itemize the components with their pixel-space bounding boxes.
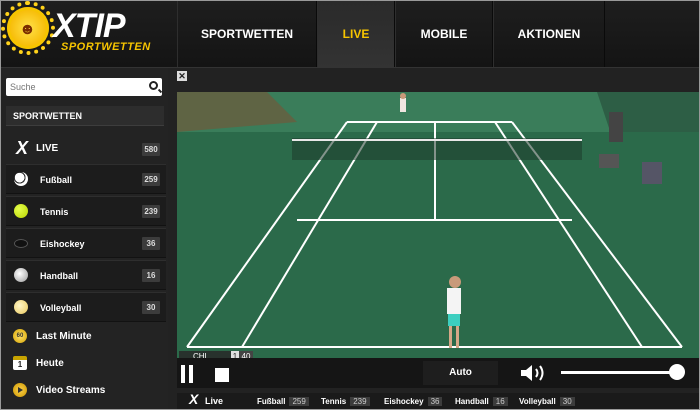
count-badge: 16 bbox=[142, 269, 160, 282]
soccer-ball-icon bbox=[14, 172, 28, 186]
tennis-ball-icon bbox=[14, 204, 28, 218]
ticker-item-tennis[interactable]: Tennis 239 bbox=[321, 397, 370, 406]
ticker-item-fussball[interactable]: Fußball 259 bbox=[257, 397, 309, 406]
volume-slider[interactable] bbox=[561, 371, 679, 374]
count-badge: 16 bbox=[492, 397, 508, 406]
sidebar-item-volleyball[interactable]: Volleyball 30 bbox=[6, 292, 166, 322]
xtip-x-icon: X bbox=[189, 391, 199, 407]
nav-sportwetten[interactable]: SPORTWETTEN bbox=[177, 1, 317, 67]
far-player bbox=[400, 93, 406, 112]
search-icon[interactable] bbox=[149, 81, 158, 90]
quality-select[interactable]: Auto bbox=[423, 361, 498, 385]
nav-mobile[interactable]: MOBILE bbox=[395, 1, 493, 67]
sidebar-item-video-streams[interactable]: Video Streams bbox=[6, 378, 166, 404]
ticker-item-volleyball[interactable]: Volleyball 30 bbox=[519, 397, 575, 406]
sidebar-item-last-minute[interactable]: 60 Last Minute bbox=[6, 324, 166, 350]
stop-icon[interactable] bbox=[215, 368, 229, 382]
search-box bbox=[6, 78, 162, 96]
count-badge: 259 bbox=[289, 397, 309, 406]
count-badge: 239 bbox=[142, 205, 160, 218]
sidebar-item-live[interactable]: X LIVE 580 bbox=[6, 135, 166, 161]
count-badge: 259 bbox=[142, 173, 160, 186]
handball-icon bbox=[14, 268, 28, 282]
ticker-item-handball[interactable]: Handball 16 bbox=[455, 397, 508, 406]
main-nav: SPORTWETTEN LIVE MOBILE AKTIONEN bbox=[177, 1, 605, 67]
sidebar-item-fussball[interactable]: Fußball 259 bbox=[6, 164, 166, 194]
sidebar-item-tennis[interactable]: Tennis 239 bbox=[6, 196, 166, 226]
count-badge: 30 bbox=[559, 397, 575, 406]
player-controls: Auto bbox=[177, 358, 699, 388]
search-input[interactable] bbox=[10, 79, 140, 95]
count-badge: 580 bbox=[142, 143, 160, 156]
xtip-logo[interactable]: ☻ XTIP SPORTWETTEN bbox=[1, 1, 176, 67]
nav-aktionen[interactable]: AKTIONEN bbox=[493, 1, 605, 67]
volume-slider-handle[interactable] bbox=[669, 364, 685, 380]
live-ticker-bar: X Live Fußball 259 Tennis 239 Eishockey 36 … bbox=[177, 391, 699, 409]
header: ☻ XTIP SPORTWETTEN SPORTWETTEN LIVE MOBI… bbox=[1, 1, 699, 68]
sidebar-item-label: Volleyball bbox=[40, 303, 82, 313]
logo-tagline: SPORTWETTEN bbox=[61, 41, 151, 53]
hockey-puck-icon bbox=[14, 239, 28, 248]
sidebar-item-label: Fußball bbox=[40, 175, 72, 185]
sidebar: SPORTWETTEN X LIVE 580 Fußball 259 Tenni… bbox=[1, 68, 168, 409]
volleyball-icon bbox=[14, 300, 28, 314]
nav-live[interactable]: LIVE bbox=[317, 1, 395, 67]
count-badge: 30 bbox=[142, 301, 160, 314]
app-frame: ☻ XTIP SPORTWETTEN SPORTWETTEN LIVE MOBI… bbox=[0, 0, 700, 410]
sidebar-item-label: Heute bbox=[36, 358, 64, 369]
xtip-x-icon: X bbox=[16, 138, 29, 158]
ticker-item-eishockey[interactable]: Eishockey 36 bbox=[384, 397, 443, 406]
sidebar-item-label: Tennis bbox=[40, 207, 69, 217]
pause-icon[interactable] bbox=[181, 365, 195, 383]
calendar-icon: 1 bbox=[13, 356, 27, 370]
tennis-court-video-frame bbox=[177, 92, 699, 358]
count-badge: 36 bbox=[427, 397, 443, 406]
last-minute-icon: 60 bbox=[13, 329, 27, 343]
sidebar-item-label: Handball bbox=[40, 271, 79, 281]
count-badge: 239 bbox=[350, 397, 370, 406]
sun-mascot-icon: ☻ bbox=[1, 1, 55, 55]
sidebar-item-label: Eishockey bbox=[40, 239, 85, 249]
sidebar-item-label: Video Streams bbox=[36, 385, 106, 396]
ticker-live-label[interactable]: Live bbox=[205, 396, 223, 406]
sidebar-item-handball[interactable]: Handball 16 bbox=[6, 260, 166, 290]
close-icon[interactable]: ✕ bbox=[177, 71, 187, 81]
video-player[interactable]: CHI 1 40 IM 40 Auto bbox=[177, 92, 699, 388]
sidebar-item-label: LIVE bbox=[36, 143, 59, 154]
sidebar-item-eishockey[interactable]: Eishockey 36 bbox=[6, 228, 166, 258]
play-icon bbox=[13, 383, 27, 397]
count-badge: 36 bbox=[142, 237, 160, 250]
sidebar-item-label: Last Minute bbox=[36, 331, 92, 342]
volume-icon[interactable] bbox=[521, 364, 551, 382]
sidebar-heading: SPORTWETTEN bbox=[6, 106, 164, 126]
sidebar-item-heute[interactable]: 1 Heute bbox=[6, 351, 166, 377]
